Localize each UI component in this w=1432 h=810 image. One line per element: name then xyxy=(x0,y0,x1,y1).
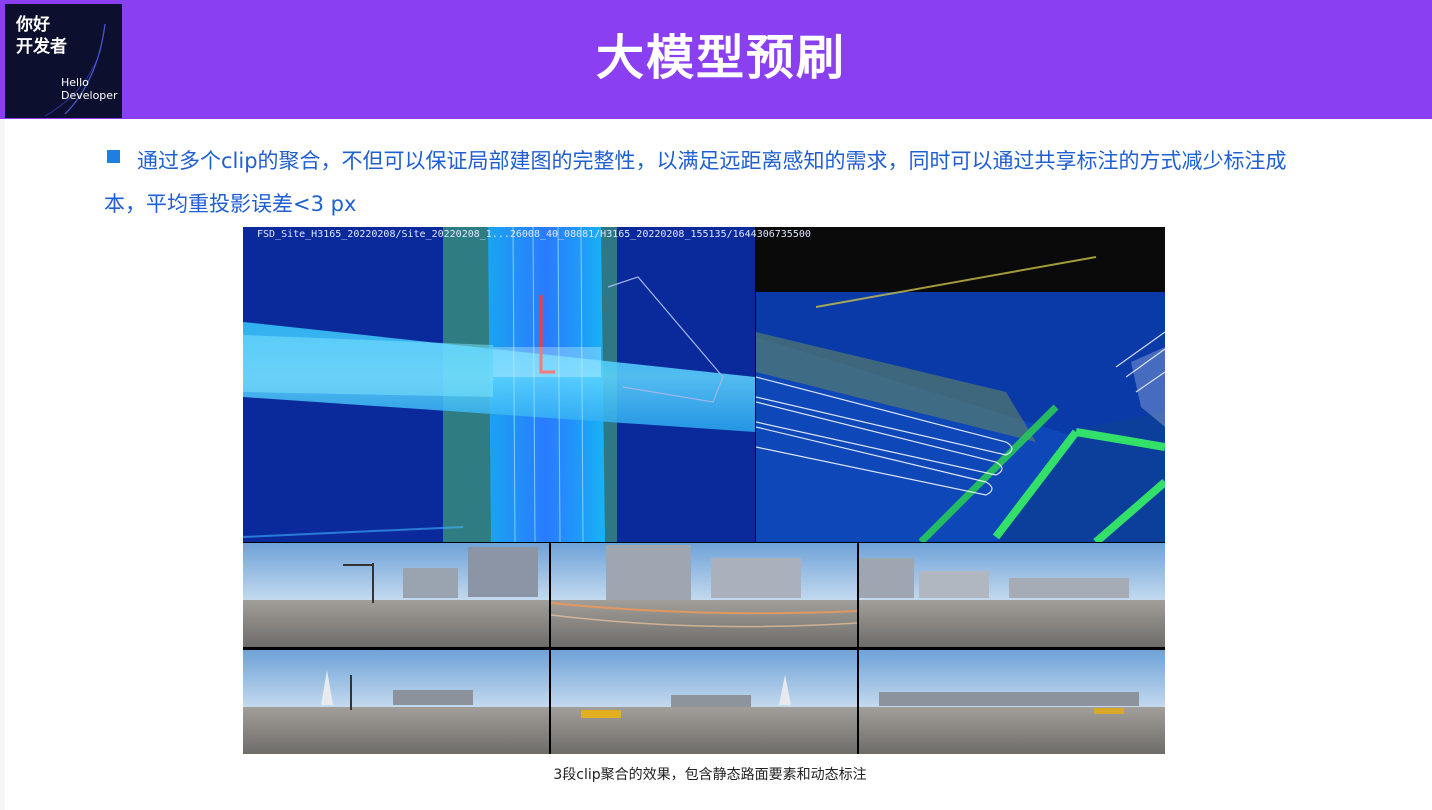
camera-view-1 xyxy=(243,543,549,647)
figure-path-label: FSD_Site_H3165_20220208/Site_20220208_1.… xyxy=(257,229,811,240)
camera-view-3 xyxy=(859,543,1165,647)
figure-caption-text: 3段clip聚合的效果，包含静态路面要素和动态标注 xyxy=(553,767,867,783)
page-title: 大模型预刷 xyxy=(595,30,846,86)
camera-views xyxy=(243,543,1165,754)
camera-view-5 xyxy=(551,650,857,754)
header-bar: 你好 开发者 Hello Developer 大模型预刷 xyxy=(0,0,1432,119)
camera-view-6 xyxy=(859,650,1165,754)
camera-view-2 xyxy=(551,543,857,647)
point-cloud-drawing xyxy=(243,227,755,542)
point-cloud-map xyxy=(243,227,755,542)
aggregation-figure: FSD_Site_H3165_20220208/Site_20220208_1.… xyxy=(243,227,1165,754)
camera-view-4 xyxy=(243,650,549,754)
bev-drawing xyxy=(756,227,1165,542)
figure-caption: 3段clip聚合的效果，包含静态路面要素和动态标注 xyxy=(0,765,1432,785)
logo-en-line2: Developer xyxy=(61,89,118,102)
bev-render-view xyxy=(756,227,1165,542)
bullet-text: 通过多个clip的聚合，不但可以保证局部建图的完整性，以满足远距离感知的需求，同… xyxy=(104,149,1287,216)
